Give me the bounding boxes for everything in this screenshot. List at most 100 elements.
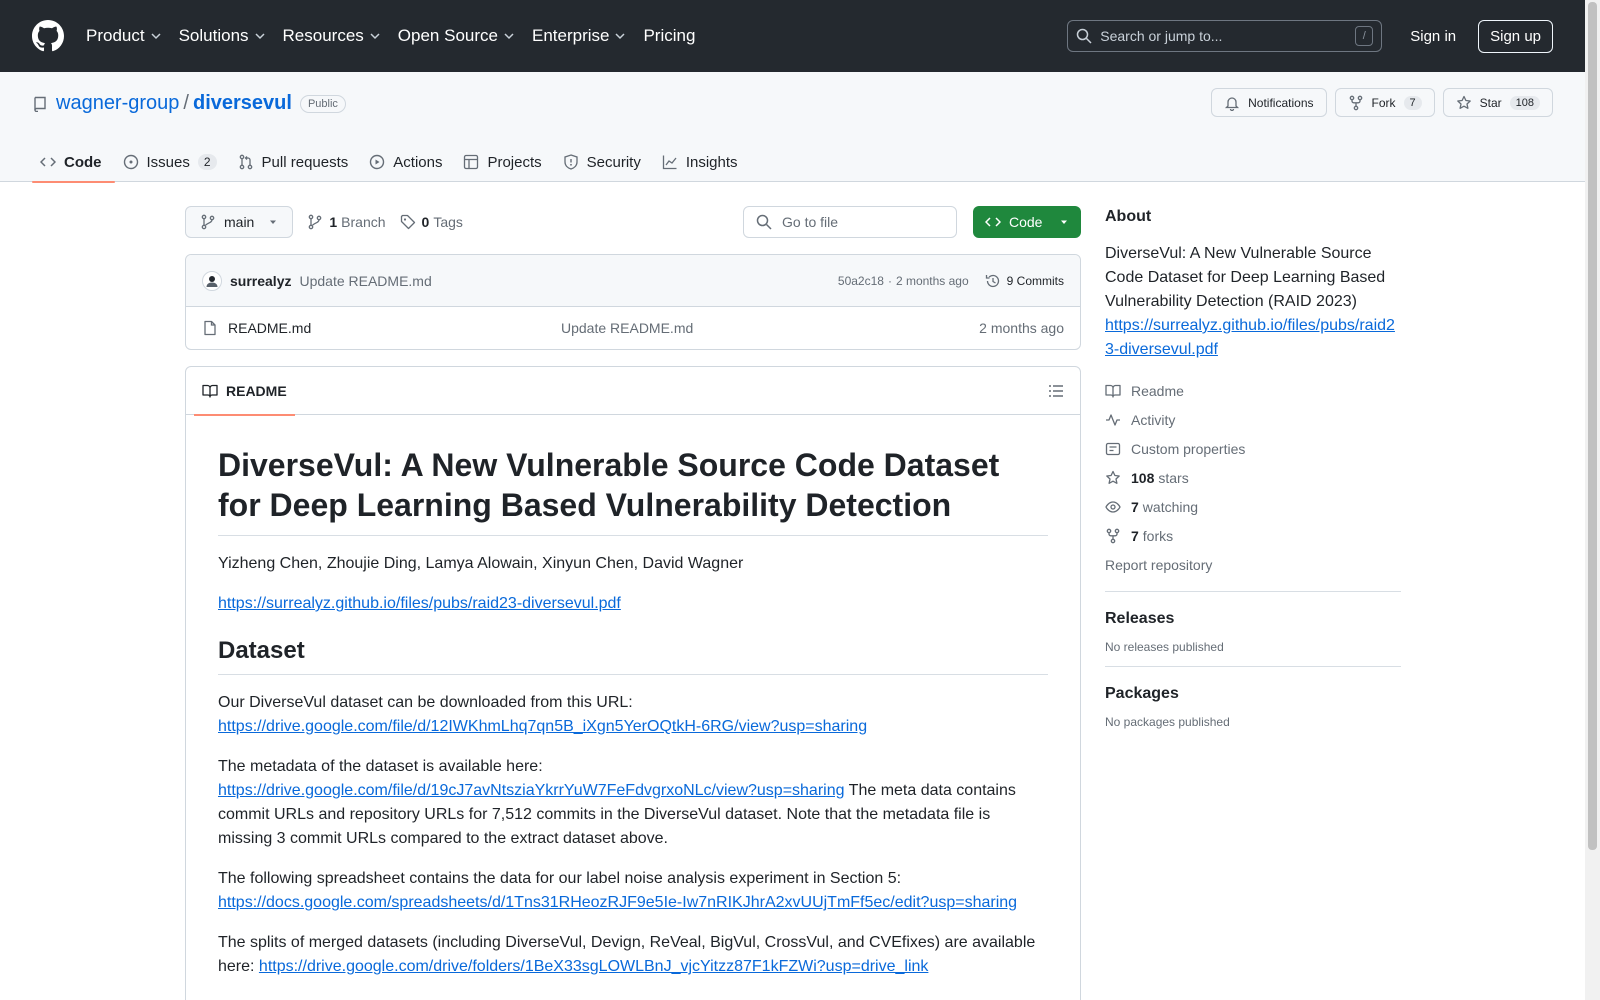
- spreadsheet-link[interactable]: https://docs.google.com/spreadsheets/d/1…: [218, 894, 1017, 911]
- sidebar-item-stars[interactable]: 108 stars: [1105, 463, 1401, 492]
- splits-link[interactable]: https://drive.google.com/drive/folders/1…: [259, 958, 928, 975]
- spreadsheet-text: The following spreadsheet contains the d…: [218, 870, 902, 887]
- code-button-label: Code: [1009, 214, 1043, 230]
- metadata-paragraph: The metadata of the dataset is available…: [218, 755, 1048, 851]
- star-icon: [1106, 470, 1120, 484]
- file-browser: surrealyz Update README.md 50a2c18 · 2 m…: [185, 254, 1081, 350]
- search-input[interactable]: Search or jump to... /: [1067, 20, 1383, 52]
- sidebar-item-readme[interactable]: Readme: [1105, 376, 1401, 405]
- metadata-text: The metadata of the dataset is available…: [218, 758, 543, 775]
- sidebar-item-custom-properties[interactable]: Custom properties: [1105, 434, 1401, 463]
- file-name[interactable]: README.md: [228, 320, 561, 336]
- nav-solutions[interactable]: Solutions: [179, 26, 266, 46]
- about-homepage-link[interactable]: https://surrealyz.github.io/files/pubs/r…: [1105, 314, 1401, 362]
- issue-icon: [123, 154, 138, 170]
- nav-label: Open Source: [397, 26, 498, 45]
- tab-label: Issues: [146, 153, 190, 171]
- repo-name-link[interactable]: diversevul: [193, 92, 292, 115]
- code-icon: [40, 157, 56, 167]
- code-download-button[interactable]: Code: [973, 206, 1081, 238]
- chevron-down-icon: [370, 33, 380, 40]
- sidebar-item-watching[interactable]: 7 watching: [1105, 492, 1401, 521]
- tab-security[interactable]: Security: [555, 142, 654, 182]
- nav-resources[interactable]: Resources: [283, 26, 381, 46]
- report-repository-link[interactable]: Report repository: [1105, 550, 1401, 579]
- report-label: Report repository: [1105, 556, 1213, 573]
- repo-icon: [34, 96, 46, 112]
- nav-product[interactable]: Product: [86, 26, 162, 46]
- sign-up-button[interactable]: Sign up: [1478, 19, 1553, 53]
- branch-select-button[interactable]: main: [185, 206, 294, 238]
- commit-time: 2 months ago: [895, 273, 969, 288]
- sidebar-item-activity[interactable]: Activity: [1105, 405, 1401, 434]
- file-row[interactable]: README.md Update README.md 2 months ago: [186, 307, 1080, 349]
- tab-projects[interactable]: Projects: [455, 142, 554, 182]
- search-icon: [1077, 28, 1092, 44]
- fork-button[interactable]: Fork 7: [1334, 88, 1435, 117]
- history-icon: [985, 274, 999, 287]
- branch-icon: [201, 214, 215, 230]
- nav-pricing[interactable]: Pricing: [643, 26, 695, 46]
- issues-count: 2: [197, 154, 217, 170]
- pull-request-icon: [239, 154, 252, 170]
- releases-heading[interactable]: Releases: [1105, 610, 1401, 628]
- table-icon: [464, 154, 479, 170]
- readme-tab[interactable]: README: [194, 367, 295, 416]
- readme-panel: README DiverseVul: A New Vulnerable Sour…: [185, 366, 1081, 1000]
- commits-count-label: 9 Commits: [1006, 273, 1064, 288]
- nav-label: Product: [86, 26, 145, 45]
- main-content: main 1 Branch 0 Tags Go to file Code sur…: [185, 206, 1081, 1000]
- sign-in-link[interactable]: Sign in: [1410, 28, 1456, 45]
- sidebar-item-label: Readme: [1131, 382, 1184, 399]
- commit-hash[interactable]: 50a2c18: [838, 274, 884, 288]
- file-toolbar: main 1 Branch 0 Tags Go to file Code: [185, 206, 1081, 238]
- about-heading: About: [1105, 208, 1152, 225]
- file-commit-message[interactable]: Update README.md: [561, 320, 693, 336]
- star-button[interactable]: Star 108: [1442, 88, 1553, 117]
- sidebar-item-forks[interactable]: 7 forks: [1105, 521, 1401, 550]
- packages-empty: No packages published: [1105, 715, 1230, 729]
- watching-count: 7: [1131, 498, 1139, 515]
- tab-issues[interactable]: Issues 2: [115, 142, 230, 182]
- shield-icon: [564, 154, 578, 170]
- nav-label: Resources: [282, 26, 364, 45]
- go-to-file-input[interactable]: Go to file: [743, 206, 957, 238]
- header-right: Search or jump to... / Sign in Sign up: [1067, 19, 1553, 53]
- branch-label: Branch: [341, 214, 386, 230]
- tab-label: Projects: [487, 153, 542, 171]
- scrollbar-thumb[interactable]: [1588, 2, 1597, 850]
- paper-link[interactable]: https://surrealyz.github.io/files/pubs/r…: [218, 595, 621, 612]
- tab-pull-requests[interactable]: Pull requests: [230, 142, 362, 182]
- github-logo-icon[interactable]: [32, 20, 64, 52]
- star-icon: [1456, 95, 1471, 109]
- tab-insights[interactable]: Insights: [654, 142, 751, 182]
- tab-actions[interactable]: Actions: [361, 142, 455, 182]
- stars-count: 108: [1131, 469, 1155, 486]
- metadata-link[interactable]: https://drive.google.com/file/d/19cJ7avN…: [218, 782, 845, 799]
- commits-link[interactable]: 9 Commits: [985, 273, 1064, 289]
- notifications-button[interactable]: Notifications: [1211, 88, 1327, 117]
- sidebar-item-label: forks: [1142, 527, 1174, 544]
- search-icon: [756, 214, 772, 230]
- branches-link[interactable]: 1 Branch: [307, 214, 386, 230]
- nav-label: Pricing: [643, 26, 696, 45]
- dataset-download-link[interactable]: https://drive.google.com/file/d/12IWKhmL…: [218, 718, 867, 735]
- repo-owner-link[interactable]: wagner-group: [56, 92, 179, 115]
- notifications-label: Notifications: [1248, 95, 1314, 110]
- sidebar-divider: [1105, 591, 1401, 592]
- commit-message[interactable]: Update README.md: [299, 273, 431, 289]
- latest-commit: surrealyz Update README.md 50a2c18 · 2 m…: [186, 255, 1080, 307]
- dataset-heading: Dataset: [218, 636, 1048, 675]
- packages-heading[interactable]: Packages: [1105, 685, 1401, 703]
- sidebar-item-label: Activity: [1131, 411, 1176, 428]
- avatar[interactable]: [202, 270, 222, 291]
- tab-code[interactable]: Code: [32, 142, 115, 183]
- commit-author[interactable]: surrealyz: [230, 273, 291, 289]
- sidebar-divider: [1105, 666, 1401, 667]
- spreadsheet-paragraph: The following spreadsheet contains the d…: [218, 867, 1048, 915]
- list-outline-icon[interactable]: [1048, 383, 1064, 399]
- nav-open-source[interactable]: Open Source: [398, 26, 515, 46]
- tags-link[interactable]: 0 Tags: [400, 214, 463, 230]
- nav-enterprise[interactable]: Enterprise: [532, 26, 626, 46]
- page-scrollbar[interactable]: [1585, 0, 1600, 1000]
